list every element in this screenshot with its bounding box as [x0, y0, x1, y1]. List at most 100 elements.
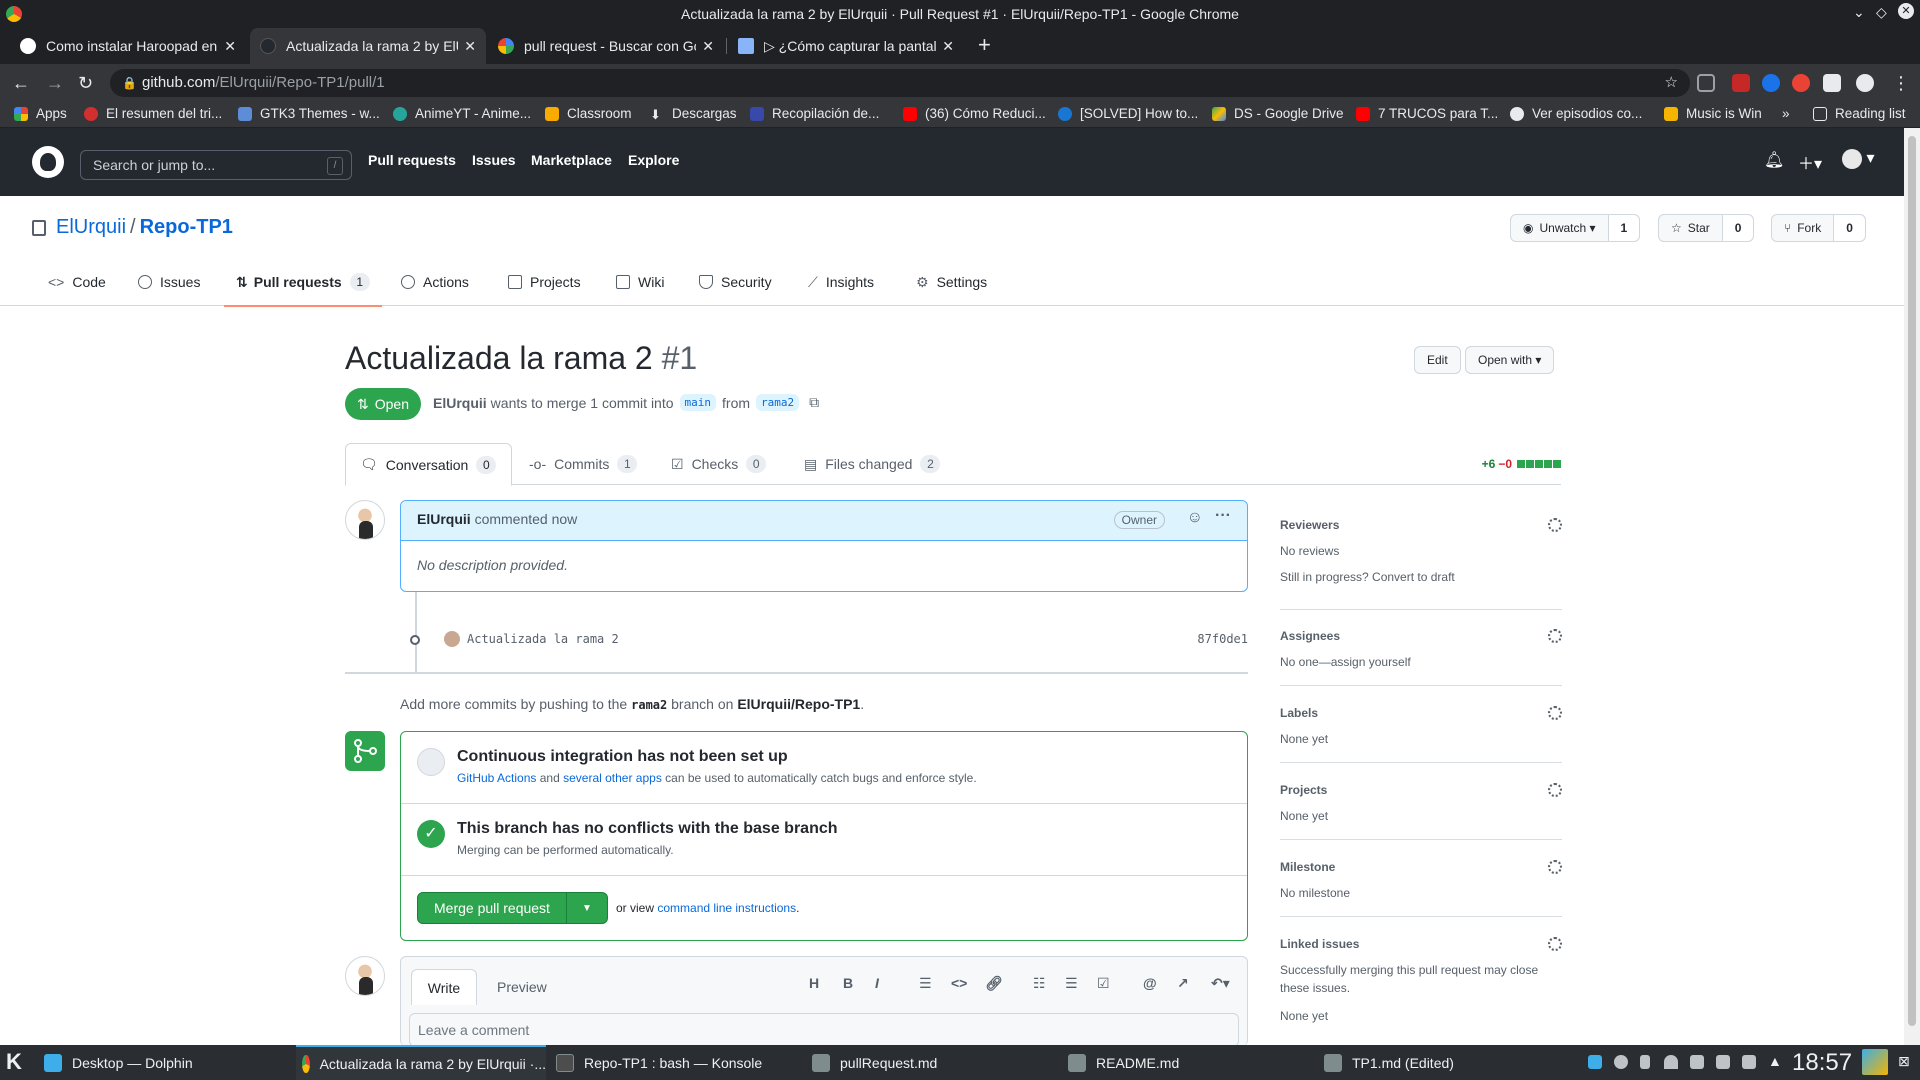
gear-icon[interactable]: [1548, 860, 1562, 874]
maximize-icon[interactable]: ◇: [1876, 4, 1887, 21]
avatar[interactable]: [345, 500, 385, 540]
github-actions-link[interactable]: GitHub Actions: [457, 771, 536, 785]
bookmark-item[interactable]: AnimeYT - Anime...: [393, 106, 531, 121]
browser-tab-active[interactable]: Actualizada la rama 2 by ElUr ✕: [250, 28, 486, 64]
bookmark-item[interactable]: (36) Cómo Reduci...: [903, 106, 1046, 121]
comment-textarea[interactable]: Leave a comment: [409, 1013, 1239, 1047]
copy-icon[interactable]: ⧉: [809, 394, 819, 411]
base-branch[interactable]: main: [679, 394, 717, 411]
italic-icon[interactable]: I: [875, 975, 879, 991]
volume-icon[interactable]: [1742, 1055, 1756, 1069]
tab-code[interactable]: <> Code: [48, 258, 106, 306]
page-scrollbar[interactable]: [1904, 128, 1920, 1045]
pr-author-link[interactable]: ElUrquii: [433, 395, 487, 411]
edit-title-button[interactable]: Edit: [1414, 346, 1461, 374]
tab-wiki[interactable]: Wiki: [616, 258, 664, 306]
ublock-icon[interactable]: [1732, 74, 1750, 92]
link-icon[interactable]: 🔗︎: [985, 975, 1003, 992]
browser-tab[interactable]: ▷ ¿Cómo capturar la pantalla ✕: [728, 28, 964, 64]
user-avatar-menu-icon[interactable]: ▾: [1842, 148, 1874, 169]
watch-count[interactable]: 1: [1608, 215, 1640, 241]
head-branch[interactable]: rama2: [756, 394, 800, 411]
kebab-menu-icon[interactable]: ···: [1215, 507, 1231, 525]
tray-app-icon[interactable]: [1588, 1055, 1602, 1069]
show-desktop-icon[interactable]: [1862, 1049, 1888, 1075]
tab-insights[interactable]: ⟋ Insights: [808, 258, 874, 306]
minimize-icon[interactable]: ⌄: [1853, 4, 1865, 21]
open-with-button[interactable]: Open with ▾: [1465, 346, 1555, 374]
browser-tab[interactable]: Como instalar Haroopad en U ✕: [10, 28, 246, 64]
bluetooth-icon[interactable]: [1640, 1055, 1650, 1069]
comment-author-link[interactable]: ElUrquii: [417, 511, 471, 527]
tab-files-changed[interactable]: ▤ Files changed 2: [790, 443, 954, 485]
reload-icon[interactable]: ↻: [78, 73, 93, 94]
bookmark-item[interactable]: ⬇ Descargas: [650, 106, 737, 122]
lock-icon[interactable]: [1690, 1055, 1704, 1069]
bold-icon[interactable]: B: [843, 975, 853, 991]
bookmark-item[interactable]: [SOLVED] How to...: [1058, 106, 1198, 121]
star-button[interactable]: ☆ Star: [1659, 215, 1723, 241]
kde-launcher-icon[interactable]: K: [6, 1049, 22, 1075]
star-count[interactable]: 0: [1722, 215, 1754, 241]
tab-commits[interactable]: -o- Commits 1: [515, 443, 651, 485]
bookmark-star-icon[interactable]: ☆: [1665, 69, 1678, 97]
comment-time[interactable]: commented now: [475, 511, 578, 527]
bookmark-item[interactable]: El resumen del tri...: [84, 106, 222, 121]
push-hint-repo-link[interactable]: ElUrquii/Repo-TP1: [737, 696, 860, 712]
quote-icon[interactable]: ☰: [919, 975, 932, 992]
cross-reference-icon[interactable]: ↗: [1177, 975, 1189, 992]
bookmark-item[interactable]: 7 TRUCOS para T...: [1356, 106, 1498, 121]
taskbar-item-editor[interactable]: pullRequest.md: [812, 1045, 1062, 1080]
taskbar-item-dolphin[interactable]: Desktop — Dolphin: [44, 1045, 294, 1080]
command-line-instructions-link[interactable]: command line instructions: [657, 901, 796, 915]
back-icon[interactable]: ←: [12, 73, 30, 94]
nav-marketplace[interactable]: Marketplace: [531, 152, 612, 168]
mention-icon[interactable]: @: [1143, 975, 1157, 991]
tray-expand-icon[interactable]: ▲: [1768, 1053, 1782, 1069]
fork-button[interactable]: ⑂ Fork: [1772, 215, 1835, 241]
taskbar-item-editor[interactable]: README.md: [1068, 1045, 1318, 1080]
saved-replies-icon[interactable]: ↶▾: [1211, 975, 1230, 992]
close-window-icon[interactable]: ✕: [1898, 3, 1914, 19]
profile-avatar-icon[interactable]: [1856, 74, 1874, 92]
tab-settings[interactable]: ⚙ Settings: [916, 258, 987, 306]
tab-actions[interactable]: Actions: [401, 258, 469, 306]
tab-conversation[interactable]: 🗨︎ Conversation 0: [345, 443, 512, 486]
chrome-menu-icon[interactable]: ⋮: [1892, 73, 1910, 94]
close-tab-icon[interactable]: ✕: [942, 38, 954, 55]
scrollbar-thumb[interactable]: [1908, 136, 1916, 1026]
wifi-icon[interactable]: [1664, 1055, 1678, 1069]
bookmark-item[interactable]: Ver episodios co...: [1510, 106, 1642, 121]
merge-options-caret-icon[interactable]: ▼: [567, 893, 607, 923]
gear-icon[interactable]: [1548, 783, 1562, 797]
tray-power-icon[interactable]: [1614, 1055, 1628, 1069]
address-bar[interactable]: 🔒 github.com/ElUrquii/Repo-TP1/pull/1 ☆: [110, 69, 1690, 97]
forward-icon[interactable]: →: [46, 73, 64, 94]
commit-message-link[interactable]: Actualizada la rama 2: [467, 632, 619, 646]
fork-count[interactable]: 0: [1834, 215, 1865, 241]
taskbar-item-konsole[interactable]: Repo-TP1 : bash — Konsole: [556, 1045, 806, 1080]
gear-icon[interactable]: [1548, 518, 1562, 532]
gear-icon[interactable]: [1548, 937, 1562, 951]
task-list-icon[interactable]: ☑: [1097, 975, 1110, 992]
bookmark-item[interactable]: Recopilación de...: [750, 106, 879, 121]
bookmark-apps[interactable]: Apps: [14, 106, 67, 121]
github-logo-icon[interactable]: [32, 146, 64, 178]
tab-projects[interactable]: Projects: [508, 258, 581, 306]
tab-issues[interactable]: Issues: [138, 258, 200, 306]
notifications-bell-icon[interactable]: 🔔︎: [1764, 150, 1784, 170]
extensions-puzzle-icon[interactable]: [1823, 74, 1841, 92]
repo-name-link[interactable]: Repo-TP1: [140, 216, 233, 239]
clipboard-icon[interactable]: [1716, 1055, 1730, 1069]
tab-pull-requests[interactable]: ⇅ Pull requests 1: [224, 258, 382, 307]
other-apps-link[interactable]: several other apps: [563, 771, 662, 785]
close-tab-icon[interactable]: ✕: [464, 38, 476, 55]
avatar[interactable]: [345, 956, 385, 996]
heading-icon[interactable]: H: [809, 975, 819, 991]
commit-sha-link[interactable]: 87f0de1: [1197, 632, 1248, 646]
taskbar-item-editor[interactable]: TP1.md (Edited): [1324, 1045, 1574, 1080]
bookmark-item[interactable]: GTK3 Themes - w...: [238, 106, 380, 121]
close-tab-icon[interactable]: ✕: [702, 38, 714, 55]
create-new-icon[interactable]: ＋▾: [1798, 150, 1822, 174]
gear-icon[interactable]: [1548, 706, 1562, 720]
